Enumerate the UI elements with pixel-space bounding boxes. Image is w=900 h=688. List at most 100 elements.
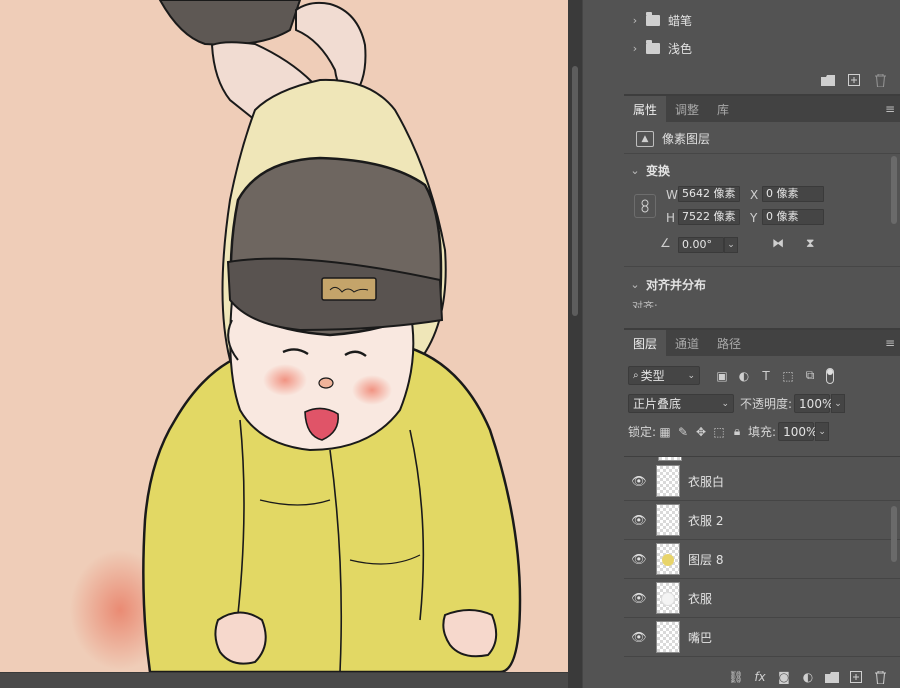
add-mask-icon[interactable]: ◙ [776,669,792,685]
align-title: 对齐并分布 [646,277,707,292]
tab-properties[interactable]: 属性 [624,96,667,122]
layer-row[interactable]: 👁︎ 衣服 2 [624,501,900,540]
layer-thumbnail [656,465,680,497]
chevron-right-icon[interactable]: › [624,14,646,27]
opacity-dropdown-arrow[interactable]: ⌄ [831,394,846,413]
properties-scrollbar[interactable] [890,156,898,306]
layers-bottom-toolbar: ⛓ fx ◙ ◐ [624,666,900,688]
pixel-filter-icon[interactable]: ▣ [714,368,730,384]
angle-dropdown-arrow[interactable]: ⌄ [724,237,738,253]
fx-icon[interactable]: fx [752,669,768,685]
flip-vertical-icon[interactable]: ⧗ [806,236,814,251]
height-label: H [666,211,676,225]
eye-icon[interactable]: 👁︎ [624,513,654,527]
blend-row: 正片叠底 ⌄ 不透明度: 100% ⌄ [624,394,900,413]
folder-icon [646,11,660,26]
layers-scrollbar[interactable] [890,456,898,656]
lock-move-icon[interactable]: ✥ [692,425,710,439]
link-layers-icon[interactable]: ⛓ [728,669,744,685]
adjustment-layer-icon[interactable]: ◐ [800,669,816,685]
layer-thumbnail [656,504,680,536]
canvas-vertical-scrollbar[interactable] [568,0,582,688]
tab-layers[interactable]: 图层 [624,330,667,356]
align-cut-text: 对齐: [632,300,658,308]
blush-right [352,375,392,405]
canvas-horizontal-scrollbar[interactable] [0,672,568,688]
filter-kind-label: 类型 [640,369,665,383]
flip-horizontal-icon[interactable]: ⧓ [772,236,784,250]
layer-row-partial[interactable] [624,457,900,461]
layer-row[interactable]: 👁︎ 图层 8 [624,540,900,579]
eye-icon[interactable]: 👁︎ [624,630,654,644]
x-label: X [750,188,759,202]
x-field[interactable]: 0 像素 [762,186,824,202]
angle-field[interactable]: 0.00° [678,237,724,253]
folder-row-crayon[interactable]: › 蜡笔 [624,6,900,34]
opacity-field[interactable]: 100% [794,394,833,413]
transform-section-header[interactable]: ⌄ 变换 [624,158,900,182]
properties-panel: 属性 调整 库 ≡ ▲ 像素图层 ⌄ 变换 W 5642 像素 X 0 像素 H… [624,96,900,328]
trash-icon[interactable] [872,669,888,685]
smart-object-filter-icon[interactable]: ⧉ [802,368,818,384]
eye-icon[interactable]: 👁︎ [624,552,654,566]
layer-list: 👁︎ 衣服白 👁︎ 衣服 2 👁︎ 图层 8 👁︎ 衣服 👁︎ 嘴巴 [624,456,900,658]
search-icon: ⌕ [633,370,639,381]
layer-name: 衣服 2 [688,513,724,528]
new-group-icon[interactable] [824,669,840,685]
lock-brush-icon[interactable]: ✎ [674,425,692,439]
new-item-icon[interactable] [846,72,862,88]
layer-type-label: 像素图层 [662,132,711,146]
filter-toggle[interactable] [826,367,834,384]
panel-menu-icon[interactable]: ≡ [880,96,900,122]
panel-menu-icon[interactable]: ≡ [880,330,900,356]
layer-thumbnail [658,457,682,461]
layer-row[interactable]: 👁︎ 衣服白 [624,462,900,501]
tab-libraries[interactable]: 库 [708,96,738,122]
dock-gap [582,0,624,688]
lock-row: 锁定: ▦ ✎ ✥ ⬚ 🔒︎ 填充: 100% ⌄ [624,422,900,441]
right-dock: › 蜡笔 › 浅色 属性 调整 库 ≡ ▲ 像素图层 ⌄ 变换 W 5642 像… [624,0,900,688]
scroll-thumb[interactable] [891,506,897,562]
width-field[interactable]: 5642 像素 [678,186,740,202]
fill-dropdown-arrow[interactable]: ⌄ [815,422,830,441]
y-field[interactable]: 0 像素 [762,209,824,225]
section-divider [624,266,900,267]
blend-mode-select[interactable]: 正片叠底 ⌄ [628,394,734,413]
y-label: Y [750,211,758,225]
layer-name: 图层 8 [688,552,724,567]
eye-icon[interactable]: 👁︎ [624,474,654,488]
new-folder-icon[interactable] [820,72,836,88]
chevron-down-icon: ⌄ [721,398,729,409]
type-filter-icon[interactable]: T [758,368,774,384]
lock-all-icon[interactable]: 🔒︎ [728,424,746,439]
tab-channels[interactable]: 通道 [666,330,708,356]
layer-row[interactable]: 👁︎ 嘴巴 [624,618,900,657]
chevron-down-icon[interactable]: ⌄ [624,164,646,177]
thumbnail-content [662,593,674,605]
align-section-header[interactable]: ⌄ 对齐并分布 [624,272,900,296]
chevron-right-icon[interactable]: › [624,42,646,55]
fill-field[interactable]: 100% [778,422,817,441]
link-dimensions-button[interactable] [634,194,656,218]
folder-row-light[interactable]: › 浅色 [624,34,900,62]
properties-tabbar: 属性 调整 库 ≡ [624,96,900,122]
link-icon [641,199,649,213]
tab-adjustments[interactable]: 调整 [666,96,708,122]
canvas[interactable] [0,0,568,672]
new-layer-icon[interactable] [848,669,864,685]
shape-filter-icon[interactable]: ⬚ [780,368,796,384]
scroll-thumb[interactable] [572,66,578,316]
filter-kind-select[interactable]: ⌕ 类型 ⌄ [628,366,700,385]
lock-artboard-icon[interactable]: ⬚ [710,425,728,439]
lock-transparent-icon[interactable]: ▦ [656,425,674,439]
tab-paths[interactable]: 路径 [708,330,750,356]
height-field[interactable]: 7522 像素 [678,209,740,225]
eye-icon[interactable]: 👁︎ [624,591,654,605]
baby-hand-left [214,611,267,665]
trash-icon[interactable] [872,72,888,88]
adjustment-filter-icon[interactable]: ◐ [736,368,752,384]
layer-thumbnail [656,582,680,614]
layer-row[interactable]: 👁︎ 衣服 [624,579,900,618]
scroll-thumb[interactable] [891,156,897,224]
chevron-down-icon[interactable]: ⌄ [624,278,646,291]
